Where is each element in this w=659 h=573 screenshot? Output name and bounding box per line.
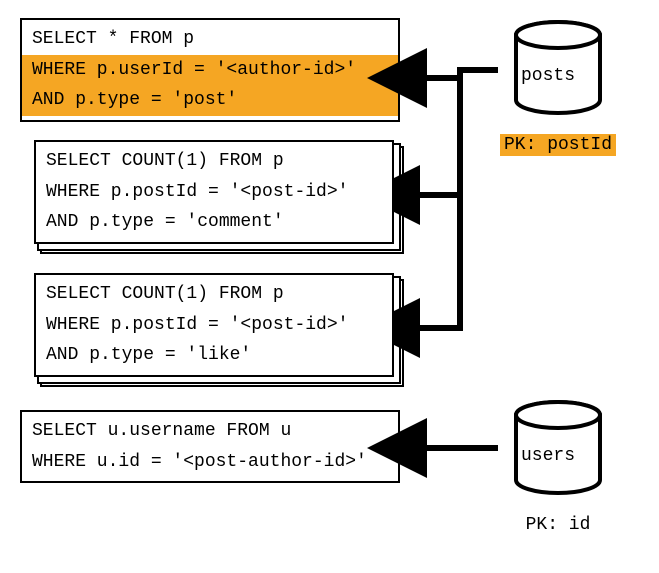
sql-line: AND p.type = 'like' [46,345,251,365]
pk-label: PK: id [522,514,595,536]
query-like-count: SELECT COUNT(1) FROM p WHERE p.postId = … [34,273,394,377]
sql-line-highlight: WHERE p.userId = '<author-id>' [22,55,398,86]
db-name-label: posts [498,66,598,86]
query-comment-count: SELECT COUNT(1) FROM p WHERE p.postId = … [34,140,394,244]
sql-line: SELECT COUNT(1) FROM p [46,284,284,304]
sql-line: SELECT * FROM p [32,29,194,49]
sql-line: SELECT COUNT(1) FROM p [46,151,284,171]
database-posts: posts PK: postId [498,20,618,156]
query-posts-by-author: SELECT * FROM p WHERE p.userId = '<autho… [20,18,400,122]
sql-line-highlight: AND p.type = 'post' [22,85,398,116]
db-name-label: users [498,446,598,466]
pk-label-highlight: PK: postId [500,134,616,156]
sql-line: WHERE p.postId = '<post-id>' [46,182,348,202]
query-username: SELECT u.username FROM u WHERE u.id = '<… [20,410,400,483]
sql-line: WHERE p.postId = '<post-id>' [46,315,348,335]
sql-line: SELECT u.username FROM u [32,421,291,441]
sql-line: AND p.type = 'comment' [46,212,284,232]
sql-line: WHERE u.id = '<post-author-id>' [32,452,367,472]
database-users: users PK: id [498,400,618,536]
